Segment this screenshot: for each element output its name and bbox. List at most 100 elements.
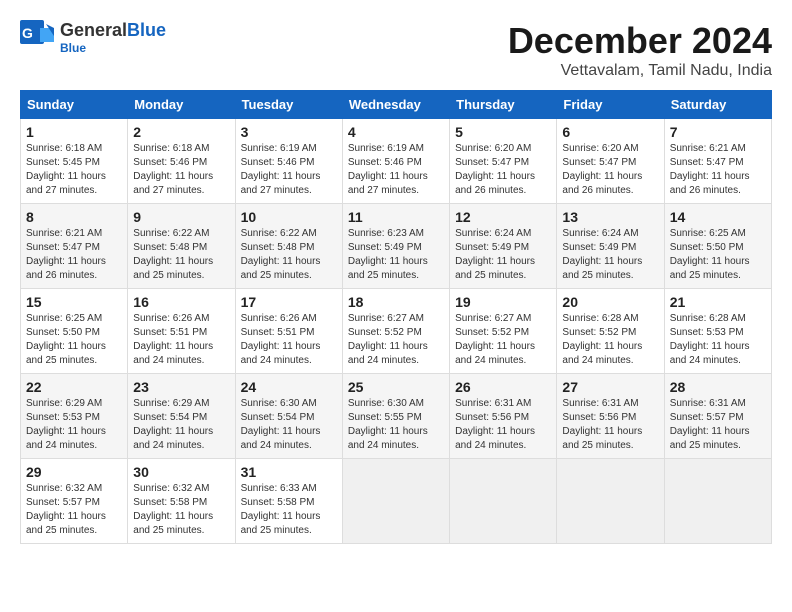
day-info: Sunrise: 6:27 AM Sunset: 5:52 PM Dayligh… bbox=[348, 312, 444, 368]
day-info: Sunrise: 6:21 AM Sunset: 5:47 PM Dayligh… bbox=[26, 227, 122, 283]
day-info: Sunrise: 6:29 AM Sunset: 5:54 PM Dayligh… bbox=[133, 397, 229, 453]
day-info: Sunrise: 6:26 AM Sunset: 5:51 PM Dayligh… bbox=[133, 312, 229, 368]
day-info: Sunrise: 6:31 AM Sunset: 5:56 PM Dayligh… bbox=[455, 397, 551, 453]
table-cell: 6Sunrise: 6:20 AM Sunset: 5:47 PM Daylig… bbox=[557, 119, 664, 204]
table-cell: 9 Sunrise: 6:22 AM Sunset: 5:48 PM Daylig… bbox=[128, 204, 235, 289]
table-cell: 21Sunrise: 6:28 AM Sunset: 5:53 PM Dayli… bbox=[664, 289, 771, 374]
table-cell: 4Sunrise: 6:19 AM Sunset: 5:46 PM Daylig… bbox=[342, 119, 449, 204]
calendar-row: 29Sunrise: 6:32 AM Sunset: 5:57 PM Dayli… bbox=[21, 459, 772, 544]
day-info: Sunrise: 6:30 AM Sunset: 5:55 PM Dayligh… bbox=[348, 397, 444, 453]
day-info: Sunrise: 6:28 AM Sunset: 5:53 PM Dayligh… bbox=[670, 312, 766, 368]
day-number: 18 bbox=[348, 294, 444, 310]
table-cell bbox=[342, 459, 449, 544]
day-info: Sunrise: 6:32 AM Sunset: 5:57 PM Dayligh… bbox=[26, 482, 122, 538]
location-subtitle: Vettavalam, Tamil Nadu, India bbox=[508, 62, 772, 80]
col-thursday: Thursday bbox=[450, 91, 557, 119]
table-cell: 29Sunrise: 6:32 AM Sunset: 5:57 PM Dayli… bbox=[21, 459, 128, 544]
logo-blue: Blue bbox=[127, 20, 166, 40]
table-cell: 3 Sunrise: 6:19 AM Sunset: 5:46 PM Daylig… bbox=[235, 119, 342, 204]
day-info: Sunrise: 6:32 AM Sunset: 5:58 PM Dayligh… bbox=[133, 482, 229, 538]
calendar-row: 1Sunrise: 6:18 AM Sunset: 5:45 PM Daylig… bbox=[21, 119, 772, 204]
day-number: 1 bbox=[26, 124, 122, 140]
title-block: December 2024 Vettavalam, Tamil Nadu, In… bbox=[508, 20, 772, 80]
day-number: 9 bbox=[133, 209, 229, 225]
table-cell: 16 Sunrise: 6:26 AM Sunset: 5:51 PM Dayli… bbox=[128, 289, 235, 374]
table-cell: 15 Sunrise: 6:25 AM Sunset: 5:50 PM Dayli… bbox=[21, 289, 128, 374]
day-info: Sunrise: 6:22 AM Sunset: 5:48 PM Dayligh… bbox=[241, 227, 337, 283]
table-cell: 28 Sunrise: 6:31 AM Sunset: 5:57 PM Dayli… bbox=[664, 374, 771, 459]
col-tuesday: Tuesday bbox=[235, 91, 342, 119]
day-number: 24 bbox=[241, 379, 337, 395]
day-number: 26 bbox=[455, 379, 551, 395]
table-cell bbox=[557, 459, 664, 544]
day-number: 10 bbox=[241, 209, 337, 225]
col-sunday: Sunday bbox=[21, 91, 128, 119]
day-info: Sunrise: 6:24 AM Sunset: 5:49 PM Dayligh… bbox=[562, 227, 658, 283]
day-info: Sunrise: 6:25 AM Sunset: 5:50 PM Dayligh… bbox=[670, 227, 766, 283]
table-cell: 17Sunrise: 6:26 AM Sunset: 5:51 PM Dayli… bbox=[235, 289, 342, 374]
day-info: Sunrise: 6:18 AM Sunset: 5:46 PM Dayligh… bbox=[133, 142, 229, 198]
day-info: Sunrise: 6:27 AM Sunset: 5:52 PM Dayligh… bbox=[455, 312, 551, 368]
svg-text:G: G bbox=[22, 25, 33, 41]
calendar-header-row: Sunday Monday Tuesday Wednesday Thursday… bbox=[21, 91, 772, 119]
page-header: G GeneralBlue Blue December 2024 Vettava… bbox=[20, 20, 772, 80]
day-number: 13 bbox=[562, 209, 658, 225]
table-cell: 12Sunrise: 6:24 AM Sunset: 5:49 PM Dayli… bbox=[450, 204, 557, 289]
day-number: 3 bbox=[241, 124, 337, 140]
day-number: 11 bbox=[348, 209, 444, 225]
table-cell: 27 Sunrise: 6:31 AM Sunset: 5:56 PM Dayli… bbox=[557, 374, 664, 459]
day-number: 2 bbox=[133, 124, 229, 140]
table-cell: 10 Sunrise: 6:22 AM Sunset: 5:48 PM Dayli… bbox=[235, 204, 342, 289]
table-cell: 30 Sunrise: 6:32 AM Sunset: 5:58 PM Dayli… bbox=[128, 459, 235, 544]
table-cell: 14 Sunrise: 6:25 AM Sunset: 5:50 PM Dayli… bbox=[664, 204, 771, 289]
day-number: 20 bbox=[562, 294, 658, 310]
day-info: Sunrise: 6:22 AM Sunset: 5:48 PM Dayligh… bbox=[133, 227, 229, 283]
day-number: 14 bbox=[670, 209, 766, 225]
table-cell: 31 Sunrise: 6:33 AM Sunset: 5:58 PM Dayli… bbox=[235, 459, 342, 544]
day-number: 15 bbox=[26, 294, 122, 310]
table-cell: 24Sunrise: 6:30 AM Sunset: 5:54 PM Dayli… bbox=[235, 374, 342, 459]
day-number: 16 bbox=[133, 294, 229, 310]
table-cell: 11Sunrise: 6:23 AM Sunset: 5:49 PM Dayli… bbox=[342, 204, 449, 289]
table-cell: 1Sunrise: 6:18 AM Sunset: 5:45 PM Daylig… bbox=[21, 119, 128, 204]
day-info: Sunrise: 6:31 AM Sunset: 5:57 PM Dayligh… bbox=[670, 397, 766, 453]
day-info: Sunrise: 6:20 AM Sunset: 5:47 PM Dayligh… bbox=[455, 142, 551, 198]
day-info: Sunrise: 6:33 AM Sunset: 5:58 PM Dayligh… bbox=[241, 482, 337, 538]
table-cell bbox=[664, 459, 771, 544]
day-number: 5 bbox=[455, 124, 551, 140]
col-wednesday: Wednesday bbox=[342, 91, 449, 119]
day-number: 4 bbox=[348, 124, 444, 140]
day-number: 7 bbox=[670, 124, 766, 140]
day-info: Sunrise: 6:26 AM Sunset: 5:51 PM Dayligh… bbox=[241, 312, 337, 368]
logo-general: General bbox=[60, 20, 127, 40]
calendar-row: 22Sunrise: 6:29 AM Sunset: 5:53 PM Dayli… bbox=[21, 374, 772, 459]
day-number: 25 bbox=[348, 379, 444, 395]
day-number: 27 bbox=[562, 379, 658, 395]
day-number: 31 bbox=[241, 464, 337, 480]
calendar-row: 8 Sunrise: 6:21 AM Sunset: 5:47 PM Daylig… bbox=[21, 204, 772, 289]
calendar-table: Sunday Monday Tuesday Wednesday Thursday… bbox=[20, 90, 772, 544]
table-cell: 23Sunrise: 6:29 AM Sunset: 5:54 PM Dayli… bbox=[128, 374, 235, 459]
day-number: 8 bbox=[26, 209, 122, 225]
day-info: Sunrise: 6:19 AM Sunset: 5:46 PM Dayligh… bbox=[241, 142, 337, 198]
table-cell: 2 Sunrise: 6:18 AM Sunset: 5:46 PM Daylig… bbox=[128, 119, 235, 204]
logo: G GeneralBlue Blue bbox=[20, 20, 166, 56]
table-cell: 8 Sunrise: 6:21 AM Sunset: 5:47 PM Daylig… bbox=[21, 204, 128, 289]
day-info: Sunrise: 6:31 AM Sunset: 5:56 PM Dayligh… bbox=[562, 397, 658, 453]
day-info: Sunrise: 6:25 AM Sunset: 5:50 PM Dayligh… bbox=[26, 312, 122, 368]
col-saturday: Saturday bbox=[664, 91, 771, 119]
logo-subtitle: Blue bbox=[60, 41, 166, 55]
table-cell: 5 Sunrise: 6:20 AM Sunset: 5:47 PM Daylig… bbox=[450, 119, 557, 204]
day-number: 22 bbox=[26, 379, 122, 395]
table-cell: 7Sunrise: 6:21 AM Sunset: 5:47 PM Daylig… bbox=[664, 119, 771, 204]
col-monday: Monday bbox=[128, 91, 235, 119]
calendar-row: 15 Sunrise: 6:25 AM Sunset: 5:50 PM Dayli… bbox=[21, 289, 772, 374]
table-cell: 13 Sunrise: 6:24 AM Sunset: 5:49 PM Dayli… bbox=[557, 204, 664, 289]
table-cell: 22Sunrise: 6:29 AM Sunset: 5:53 PM Dayli… bbox=[21, 374, 128, 459]
logo-icon: G bbox=[20, 20, 56, 56]
table-cell: 25 Sunrise: 6:30 AM Sunset: 5:55 PM Dayli… bbox=[342, 374, 449, 459]
day-number: 28 bbox=[670, 379, 766, 395]
col-friday: Friday bbox=[557, 91, 664, 119]
day-info: Sunrise: 6:20 AM Sunset: 5:47 PM Dayligh… bbox=[562, 142, 658, 198]
day-number: 30 bbox=[133, 464, 229, 480]
